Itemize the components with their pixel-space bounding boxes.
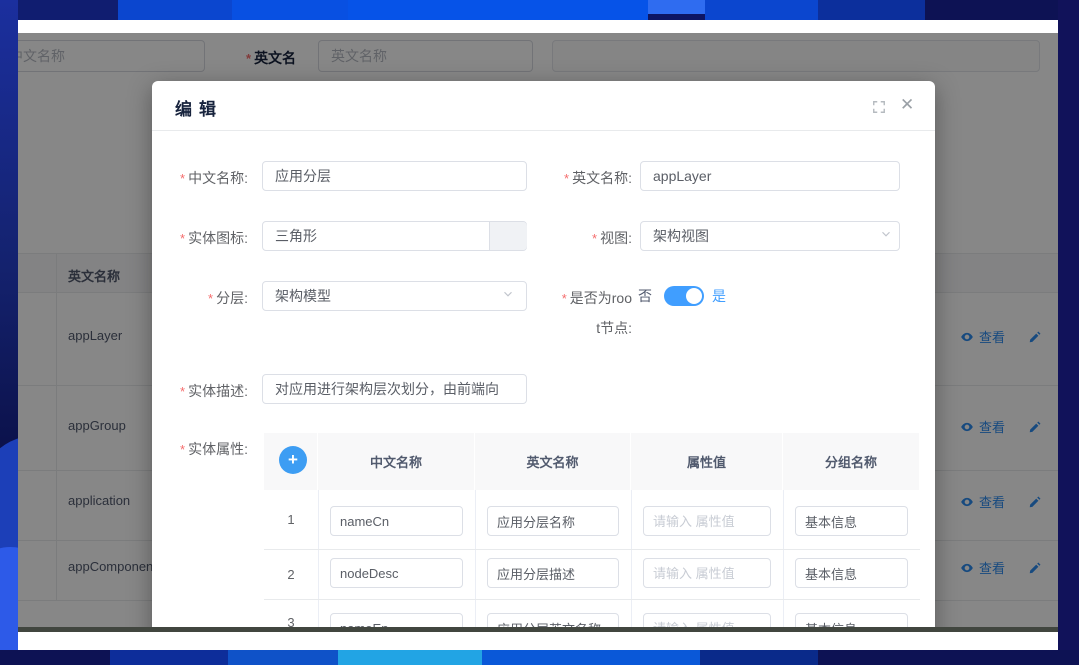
attr-table-header-add: +	[264, 433, 318, 490]
entity-icon-input[interactable]	[262, 221, 527, 251]
entity-desc-label: *实体描述:	[152, 381, 248, 401]
row-index: 1	[264, 490, 318, 549]
attr-table-header-name-en: 英文名称	[475, 433, 631, 490]
is-root-label-line2: t节点:	[528, 318, 632, 338]
required-asterisk: *	[180, 171, 185, 186]
modal-title: 编辑	[175, 95, 223, 120]
layer-label: *分层:	[152, 288, 248, 308]
table-divider	[631, 490, 632, 632]
chevron-down-icon	[879, 227, 893, 246]
modal-header: 编辑 ✕	[152, 81, 935, 131]
app-viewport: *英文名 英文名称 appLayer appGroup application …	[18, 33, 1058, 632]
name-cn-label: *中文名称:	[152, 168, 248, 188]
attr-name-en-input[interactable]	[487, 558, 619, 588]
chevron-down-icon	[501, 287, 515, 306]
deco-top-band-6	[705, 0, 818, 20]
view-label: *视图:	[528, 228, 632, 248]
root-toggle-switch[interactable]	[664, 286, 704, 306]
required-asterisk: *	[180, 231, 185, 246]
required-asterisk: *	[564, 171, 569, 186]
toggle-on-text: 是	[712, 286, 726, 306]
entity-attrs-label: *实体属性:	[152, 439, 248, 459]
table-row-divider	[264, 549, 920, 550]
deco-bottom-band-3	[228, 650, 338, 665]
attr-table-header-attr-value: 属性值	[631, 433, 783, 490]
is-root-control: 否 是	[638, 281, 726, 311]
toggle-knob	[686, 288, 702, 304]
attr-value-input[interactable]	[643, 506, 771, 536]
add-attribute-button[interactable]: +	[279, 446, 307, 474]
attr-value-input[interactable]	[643, 558, 771, 588]
attr-group-input[interactable]	[795, 558, 908, 588]
app-screenshot-card: *英文名 英文名称 appLayer appGroup application …	[18, 20, 1058, 650]
deco-top-band-3	[232, 0, 348, 20]
required-asterisk: *	[208, 291, 213, 306]
deco-bottom-band-6	[700, 650, 818, 665]
table-divider	[783, 490, 784, 632]
row-index: 2	[264, 549, 318, 599]
deco-bottom-band-2	[110, 650, 228, 665]
fullscreen-icon[interactable]	[872, 100, 886, 119]
required-asterisk: *	[180, 384, 185, 399]
name-en-input[interactable]	[640, 161, 900, 191]
required-asterisk: *	[562, 291, 567, 306]
deco-bottom-band-5	[482, 650, 700, 665]
attr-group-input[interactable]	[795, 506, 908, 536]
attr-table-header-name-cn: 中文名称	[318, 433, 475, 490]
toggle-off-text: 否	[638, 286, 652, 306]
deco-bottom-band-7	[818, 650, 1079, 665]
name-cn-input[interactable]	[262, 161, 527, 191]
entity-icon-label: *实体图标:	[152, 228, 248, 248]
required-asterisk: *	[180, 442, 185, 457]
table-divider	[318, 490, 319, 632]
deco-bottom-band-4	[338, 650, 482, 665]
close-icon[interactable]: ✕	[900, 95, 914, 115]
attribute-table: + 中文名称 英文名称 属性值 分组名称 1 2	[264, 433, 920, 632]
deco-top-band-4	[348, 0, 648, 20]
deco-top-band-5	[648, 0, 705, 14]
layer-select[interactable]	[262, 281, 527, 311]
required-asterisk: *	[592, 231, 597, 246]
entity-icon-picker[interactable]	[489, 222, 527, 250]
table-divider	[475, 490, 476, 632]
edit-modal: 编辑 ✕ *中文名称: *英文名称: *实体图标: *视图:	[152, 81, 935, 632]
deco-bottom-band-1	[0, 650, 110, 665]
attr-table-header-group: 分组名称	[783, 433, 920, 490]
attr-name-cn-input[interactable]	[330, 506, 463, 536]
screenshot-crop-edge	[18, 627, 1058, 632]
deco-top-band-7	[818, 0, 925, 20]
deco-right-frame	[1058, 0, 1079, 665]
attr-name-cn-input[interactable]	[330, 558, 463, 588]
name-en-label: *英文名称:	[528, 168, 632, 188]
table-row-divider	[264, 599, 920, 600]
view-select[interactable]	[640, 221, 900, 251]
entity-desc-input[interactable]	[262, 374, 527, 404]
is-root-label-line1: *是否为roo	[528, 288, 632, 308]
deco-top-band-2	[118, 0, 232, 20]
attr-name-en-input[interactable]	[487, 506, 619, 536]
